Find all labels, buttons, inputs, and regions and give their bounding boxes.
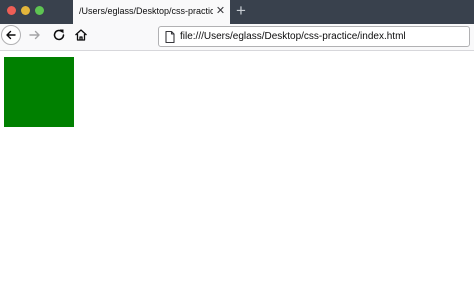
navigation-toolbar: file:///Users/eglass/Desktop/css-practic…	[0, 24, 474, 51]
green-box	[4, 57, 74, 127]
window-close-button[interactable]	[7, 6, 16, 15]
window-minimize-button[interactable]	[21, 6, 30, 15]
forward-arrow-icon	[29, 30, 40, 40]
home-icon	[75, 29, 87, 41]
close-icon[interactable]: ✕	[214, 4, 227, 18]
window-maximize-button[interactable]	[35, 6, 44, 15]
reload-icon	[53, 29, 65, 41]
back-arrow-icon	[6, 30, 16, 40]
reload-button[interactable]	[51, 27, 67, 43]
tab-label: /Users/eglass/Desktop/css-practice/index…	[79, 6, 213, 16]
tab-active[interactable]: /Users/eglass/Desktop/css-practice/index…	[73, 0, 230, 24]
url-bar[interactable]: file:///Users/eglass/Desktop/css-practic…	[158, 26, 470, 47]
page-content	[0, 51, 474, 294]
title-bar: /Users/eglass/Desktop/css-practice/index…	[0, 0, 474, 24]
url-text[interactable]: file:///Users/eglass/Desktop/css-practic…	[180, 30, 466, 43]
forward-button[interactable]	[27, 27, 43, 43]
home-button[interactable]	[73, 27, 89, 43]
plus-icon[interactable]: +	[233, 2, 249, 20]
back-button[interactable]	[1, 25, 21, 45]
document-icon	[163, 30, 177, 44]
